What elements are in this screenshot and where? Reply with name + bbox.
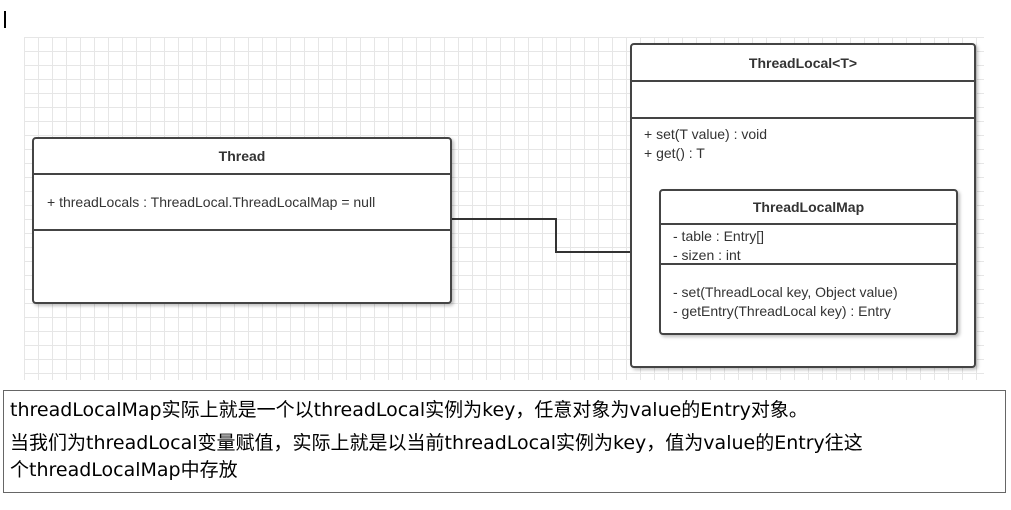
threadlocalmap-attributes-section: - table : Entry[] - sizen : int bbox=[661, 225, 956, 265]
thread-class-name: Thread bbox=[34, 139, 450, 175]
note-line-2: 当我们为threadLocal变量赋值，实际上就是以当前threadLocal实… bbox=[10, 432, 863, 454]
thread-class-box[interactable]: Thread + threadLocals : ThreadLocal.Thre… bbox=[32, 137, 452, 304]
threadlocal-operation-set: + set(T value) : void bbox=[644, 126, 768, 142]
threadlocalmap-operations-section: - set(ThreadLocal key, Object value) - g… bbox=[661, 265, 956, 321]
threadlocalmap-class-name: ThreadLocalMap bbox=[661, 191, 956, 225]
threadlocal-operations-section: + set(T value) : void + get() : T bbox=[632, 119, 974, 163]
thread-attribute-threadlocals: + threadLocals : ThreadLocal.ThreadLocal… bbox=[47, 194, 376, 210]
threadlocalmap-class-box[interactable]: ThreadLocalMap - table : Entry[] - sizen… bbox=[659, 189, 958, 335]
threadlocalmap-attribute-sizen: - sizen : int bbox=[673, 247, 741, 263]
threadlocal-class-name: ThreadLocal<T> bbox=[632, 45, 974, 82]
threadlocalmap-attribute-table: - table : Entry[] bbox=[673, 228, 765, 244]
thread-attributes-section: + threadLocals : ThreadLocal.ThreadLocal… bbox=[34, 175, 450, 231]
threadlocalmap-operation-set: - set(ThreadLocal key, Object value) bbox=[673, 284, 898, 300]
association-line bbox=[452, 218, 645, 253]
threadlocalmap-operation-getentry: - getEntry(ThreadLocal key) : Entry bbox=[673, 303, 891, 319]
note-line-1: threadLocalMap实际上就是一个以threadLocal实例为key，… bbox=[10, 399, 808, 421]
threadlocal-attributes-section bbox=[632, 82, 974, 119]
threadlocal-operation-get: + get() : T bbox=[644, 145, 705, 161]
explanation-note: threadLocalMap实际上就是一个以threadLocal实例为key，… bbox=[3, 390, 1006, 493]
note-line-3: 个threadLocalMap中存放 bbox=[10, 459, 238, 481]
